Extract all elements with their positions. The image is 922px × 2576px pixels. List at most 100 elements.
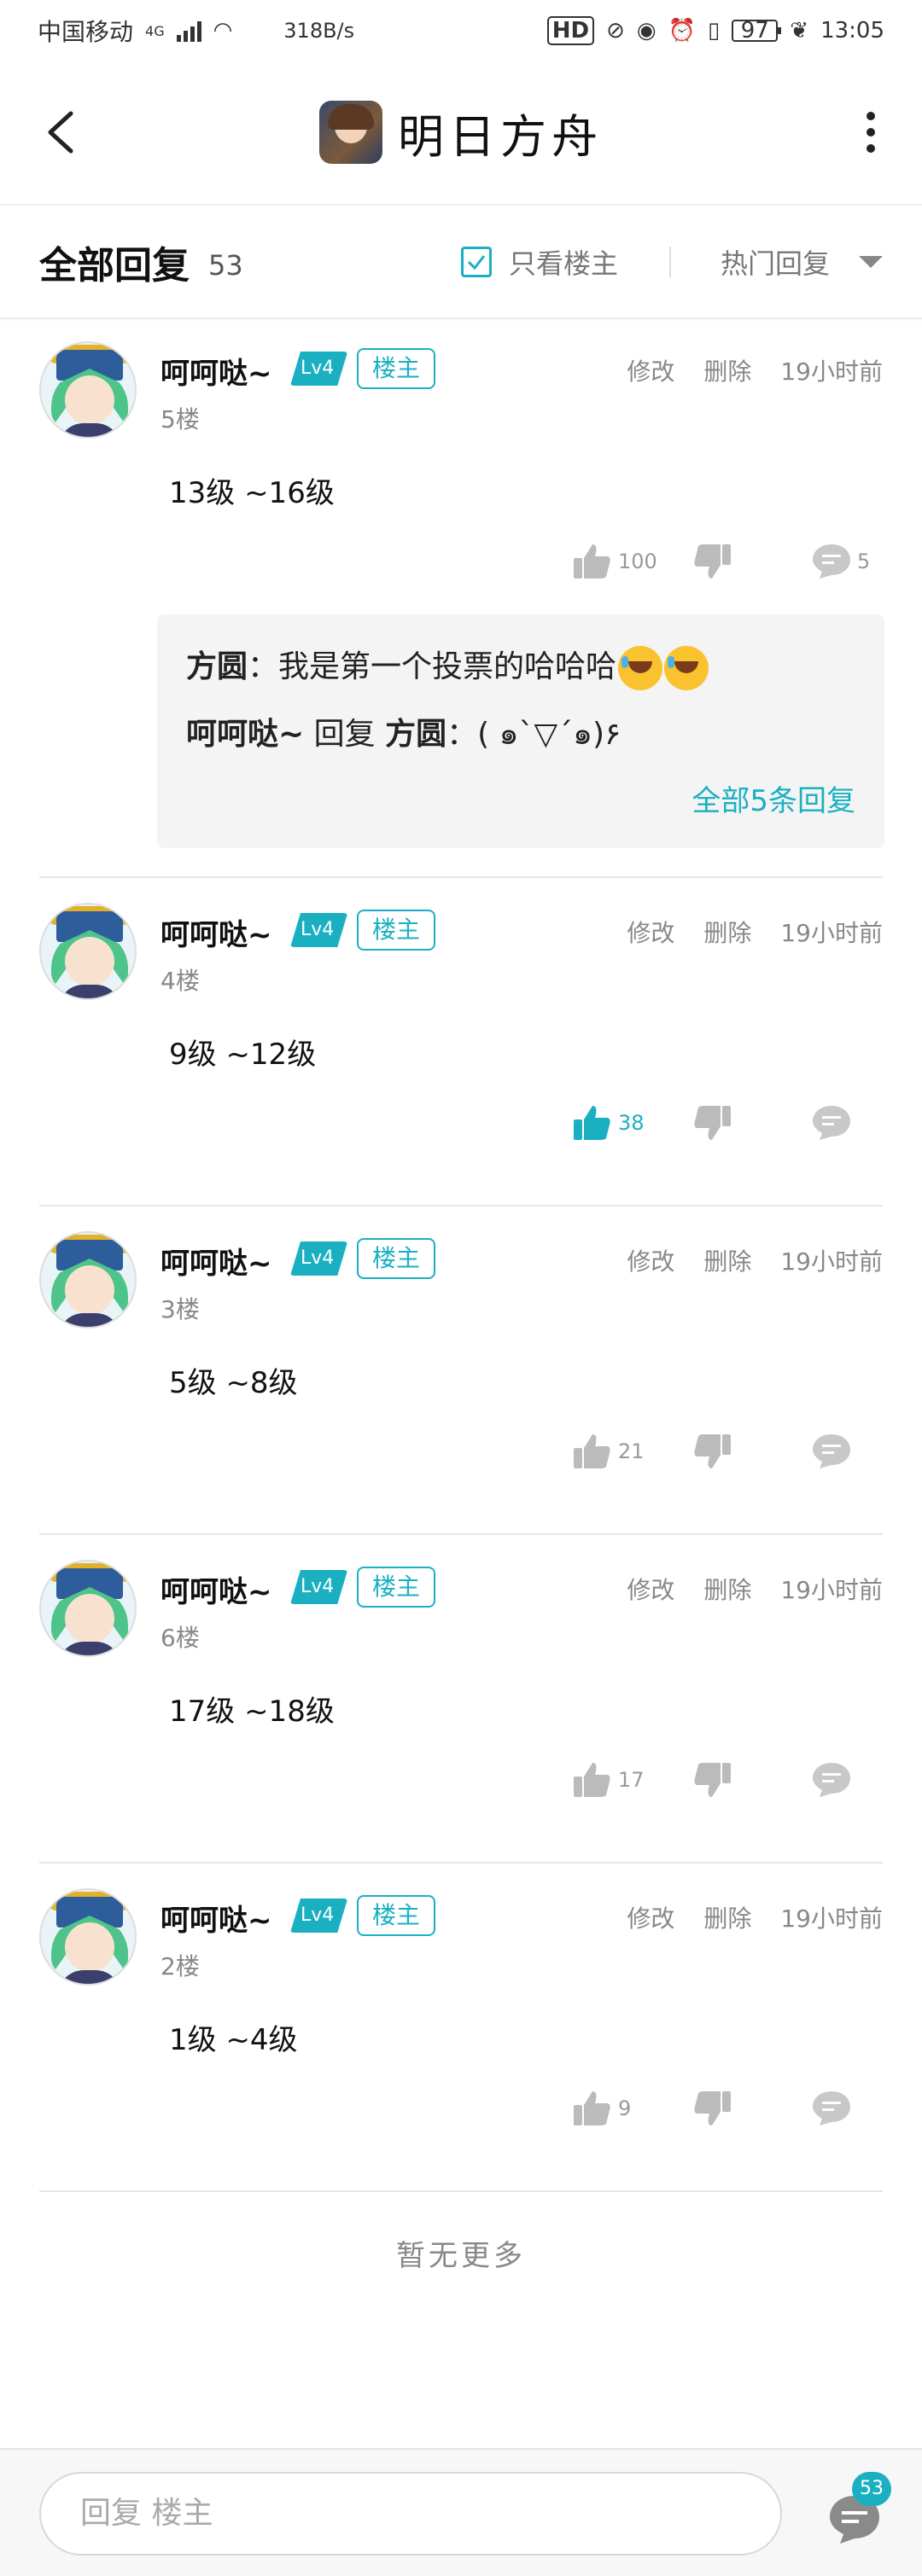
comment-icon	[813, 2091, 850, 2125]
dislike-button[interactable]	[692, 543, 811, 580]
post-content: 13级 ~16级	[169, 476, 335, 510]
like-button[interactable]: 21	[572, 1433, 692, 1470]
post-time: 19小时前	[780, 358, 883, 386]
delete-button[interactable]: 删除	[703, 353, 751, 387]
only-op-label[interactable]: 只看楼主	[509, 242, 618, 282]
sub-reply: 方圆：我是第一个投票的哈哈哈	[186, 642, 855, 690]
level-badge: Lv4	[290, 1570, 347, 1604]
comment-icon	[813, 1434, 850, 1468]
edit-button[interactable]: 修改	[627, 1243, 674, 1277]
edit-button[interactable]: 修改	[627, 353, 674, 387]
avatar[interactable]	[39, 903, 137, 1000]
delete-button[interactable]: 删除	[703, 915, 751, 949]
like-button[interactable]: 38	[572, 1104, 692, 1142]
network-type: 4G	[145, 22, 165, 39]
like-count: 100	[618, 550, 657, 573]
post-time: 19小时前	[780, 919, 883, 947]
like-button[interactable]: 100	[572, 543, 692, 580]
sub-reply-verb: 回复	[313, 717, 376, 752]
back-arrow-icon[interactable]	[34, 102, 85, 162]
owner-tag: 楼主	[357, 1238, 436, 1279]
sub-reply-author[interactable]: 方圆	[186, 649, 248, 684]
avatar[interactable]	[39, 1231, 137, 1329]
edit-button[interactable]: 修改	[627, 1900, 674, 1934]
delete-button[interactable]: 删除	[703, 1572, 751, 1606]
post-time: 19小时前	[780, 1576, 883, 1604]
comment-icon	[813, 1763, 850, 1797]
thumbs-down-icon	[694, 544, 731, 579]
network-speed: 318B/s	[283, 19, 355, 43]
sub-reply-author[interactable]: 呵呵哒~	[186, 717, 304, 752]
owner-tag: 楼主	[357, 348, 436, 389]
clock-time: 13:05	[820, 18, 884, 44]
post-separator	[39, 876, 883, 878]
leaf-icon: ❦	[790, 18, 809, 44]
avatar[interactable]	[39, 1560, 137, 1657]
username[interactable]: 呵呵哒~	[160, 1568, 272, 1610]
post-separator	[39, 1205, 883, 1207]
level-badge: Lv4	[290, 913, 347, 947]
username[interactable]: 呵呵哒~	[160, 350, 272, 392]
sort-dropdown[interactable]: 热门回复	[721, 242, 830, 282]
all-replies-link[interactable]: 全部5条回复	[692, 777, 855, 819]
comment-button[interactable]	[811, 1433, 896, 1470]
sub-replies[interactable]: 方圆：我是第一个投票的哈哈哈 呵呵哒~ 回复 方圆：( ๑`▽´๑)۶ 全部5条…	[157, 614, 884, 848]
avatar[interactable]	[39, 1888, 137, 1986]
owner-tag: 楼主	[357, 1567, 436, 1608]
carrier-label: 中国移动	[38, 18, 134, 46]
more-vertical-icon[interactable]	[845, 102, 896, 162]
dislike-button[interactable]	[692, 2090, 811, 2127]
avatar[interactable]	[39, 341, 137, 439]
all-replies-title: 全部回复	[39, 244, 190, 288]
only-op-checkbox[interactable]	[460, 247, 492, 277]
alarm-icon: ⏰	[668, 18, 696, 44]
thumbs-up-icon	[574, 1434, 610, 1468]
thumbs-up-icon	[574, 2091, 610, 2125]
like-button[interactable]: 9	[572, 2090, 692, 2127]
comment-button[interactable]: 5	[811, 543, 896, 580]
owner-tag: 楼主	[357, 1895, 436, 1936]
hd-icon: HD	[546, 16, 595, 45]
like-button[interactable]: 17	[572, 1761, 692, 1799]
delete-button[interactable]: 删除	[703, 1243, 751, 1277]
edit-button[interactable]: 修改	[627, 915, 674, 949]
app-title-group: 明日方舟	[319, 99, 603, 166]
floor-number: 6楼	[160, 1624, 200, 1652]
post-content: 1级 ~4级	[169, 2023, 298, 2057]
comment-button[interactable]	[811, 2090, 896, 2127]
comment-icon	[813, 544, 850, 579]
level-badge: Lv4	[290, 1899, 347, 1933]
floor-number: 4楼	[160, 967, 200, 995]
username[interactable]: 呵呵哒~	[160, 911, 272, 953]
post-time: 19小时前	[780, 1904, 883, 1933]
post-separator	[39, 2190, 883, 2192]
filter-separator	[668, 247, 671, 277]
username[interactable]: 呵呵哒~	[160, 1897, 272, 1939]
like-count: 38	[618, 1111, 645, 1135]
reply-input[interactable]: 回复 楼主	[39, 2472, 782, 2556]
post-content: 17级 ~18级	[169, 1695, 335, 1729]
sub-reply-target[interactable]: 方圆	[385, 717, 446, 752]
thumbs-down-icon	[694, 1763, 731, 1797]
laughing-emoji-icon	[618, 646, 663, 690]
delete-button[interactable]: 删除	[703, 1900, 751, 1934]
app-bar: 明日方舟	[0, 68, 922, 196]
dislike-button[interactable]	[692, 1761, 811, 1799]
comment-icon	[813, 1106, 850, 1140]
comment-button[interactable]	[811, 1104, 896, 1142]
level-badge: Lv4	[290, 352, 347, 386]
bottom-reply-bar: 回复 楼主 53	[0, 2448, 922, 2576]
dislike-button[interactable]	[692, 1433, 811, 1470]
post-separator	[39, 1533, 883, 1535]
comment-count-badge: 53	[852, 2472, 891, 2506]
post-content: 5级 ~8级	[169, 1366, 298, 1400]
comment-button[interactable]	[811, 1761, 896, 1799]
chevron-down-icon[interactable]	[859, 256, 883, 268]
thumbs-down-icon	[694, 1434, 731, 1468]
dislike-button[interactable]	[692, 1104, 811, 1142]
username[interactable]: 呵呵哒~	[160, 1240, 272, 1282]
edit-button[interactable]: 修改	[627, 1572, 674, 1606]
filter-bar: 全部回复 53 只看楼主 热门回复	[0, 206, 922, 317]
wifi-icon: ◠	[213, 18, 233, 44]
reply-count: 53	[208, 249, 243, 282]
